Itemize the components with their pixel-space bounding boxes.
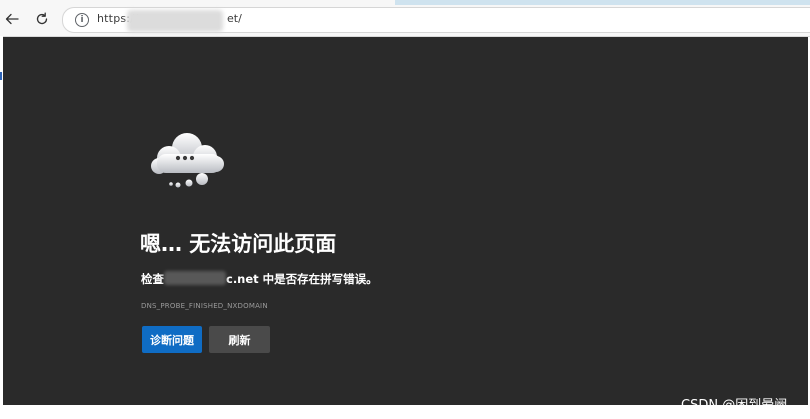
back-arrow-icon [5,13,19,25]
error-page-content [3,37,808,405]
error-code: DNS_PROBE_FINISHED_NXDOMAIN [141,302,268,310]
refresh-button[interactable]: 刷新 [209,326,270,353]
error-title: 嗯… 无法访问此页面 [140,232,337,256]
spelling-hint-suffix: c.net 中是否存在拼写错误。 [226,272,378,286]
url-suffix: et/ [227,12,242,25]
tab-strip [395,0,810,5]
reload-icon [36,12,48,25]
info-icon[interactable]: i [75,13,89,27]
browser-toolbar: i https:// et/ [0,0,810,37]
screenshot-frame: i https:// et/ 嗯… 无法访问此页面 检查 c.net 中是否存在… [0,0,810,419]
spelling-hint-prefix: 检查 [141,272,164,286]
address-bar[interactable]: i https:// et/ [62,7,810,33]
reload-button[interactable] [32,9,52,29]
left-edge-marker [0,72,2,80]
csdn-watermark: CSDN @困到晕阙 [681,398,788,413]
cloud-ellipsis-icon [151,133,224,188]
diagnose-button[interactable]: 诊断问题 [142,326,202,353]
redacted-domain [164,271,226,285]
spelling-hint: 检查 c.net 中是否存在拼写错误。 [141,271,378,287]
url-redacted-domain [127,10,223,32]
back-button[interactable] [2,9,22,29]
